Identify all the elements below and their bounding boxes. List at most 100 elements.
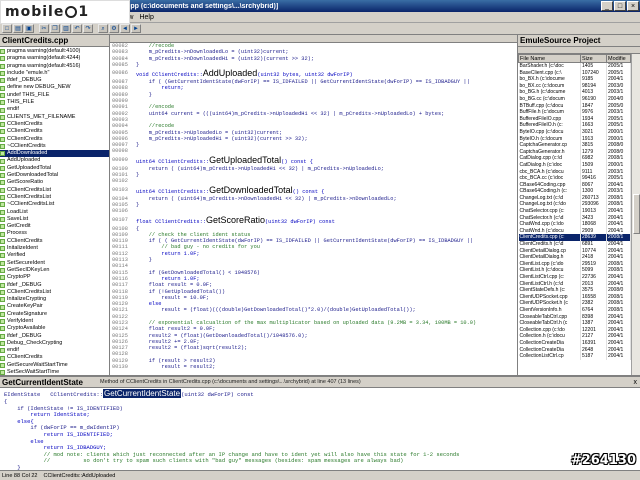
- build-icon[interactable]: ⚙: [109, 24, 119, 33]
- table-row[interactable]: CloseableTabCtrl.cpp 8398 2004/1: [518, 313, 631, 321]
- tree-item[interactable]: endif: [0, 106, 109, 113]
- tree-item[interactable]: GetSecureWaitStartTime: [0, 362, 109, 369]
- tree-item[interactable]: Verified: [0, 252, 109, 259]
- code-editor[interactable]: 00082 //recode 00083 m_pCredits->nDownloa…: [110, 35, 518, 375]
- table-row[interactable]: CBase64Coding.h (c: 1300 2003/1: [518, 188, 631, 195]
- table-row[interactable]: ClientUDPSocket.h (c 2382 2008/1: [518, 300, 631, 307]
- table-row[interactable]: BaseClient.cpp (c:\ 107240 2005/1: [518, 69, 631, 77]
- table-row[interactable]: ClientCredits.cpp (c: 28639 2008/1: [518, 234, 631, 242]
- tree-item[interactable]: CreateSignature: [0, 311, 109, 318]
- table-row[interactable]: ClientListCtrl.h (c:\d 2013 2004/1: [518, 280, 631, 288]
- table-row[interactable]: BufferedFileIO.h (c: 1663 2005/1: [518, 122, 631, 129]
- table-row[interactable]: Collection.h (c:\docu 2127 2004/1: [518, 333, 631, 340]
- table-row[interactable]: CollectionCreateDia 2648 2004/1: [518, 346, 631, 354]
- table-row[interactable]: ChangeLog.txt (c:\d 260713 2008/1: [518, 194, 631, 202]
- table-row[interactable]: ChatSelector.h (c:\d 3423 2004/1: [518, 214, 631, 222]
- tree-item[interactable]: InitalizeIdent: [0, 245, 109, 252]
- tree-item[interactable]: CClientCredits: [0, 354, 109, 361]
- tree-item[interactable]: undef THIS_FILE: [0, 92, 109, 99]
- tree-item[interactable]: CClientCreditsList: [0, 187, 109, 194]
- tree-item[interactable]: InitalizeCrypting: [0, 296, 109, 303]
- table-row[interactable]: Collection.cpp (c:\do 12201 2004/1: [518, 326, 631, 334]
- file-list-scrollbar[interactable]: [631, 54, 640, 375]
- column-header[interactable]: Size: [580, 54, 607, 63]
- scroll-thumb[interactable]: [633, 194, 640, 234]
- tree-item[interactable]: pragma warning(default:4100): [0, 48, 109, 55]
- tree-item[interactable]: GetScoreRatio: [0, 179, 109, 186]
- tree-item[interactable]: GetCredit: [0, 223, 109, 230]
- table-row[interactable]: ClientListCtrl.cpp (c: 22736 2004/1: [518, 274, 631, 281]
- table-row[interactable]: CatDialog.h (c:\doc 1509 2000/1: [518, 161, 631, 169]
- table-row[interactable]: ChangeLog.txt (c:\do 293096 2008/1: [518, 201, 631, 209]
- table-row[interactable]: ByteIO.h (c:\docum 1913 2000/1: [518, 135, 631, 143]
- tree-item[interactable]: ~CClientCreditsList: [0, 201, 109, 208]
- open-icon[interactable]: ▤: [13, 24, 23, 33]
- tree-item[interactable]: Process: [0, 230, 109, 237]
- table-row[interactable]: ByteIO.cpp (c:\docu 3021 2000/1: [518, 128, 631, 136]
- tree-item[interactable]: GetSecIDKeyLen: [0, 267, 109, 274]
- table-row[interactable]: BarShader.h (c:\doc 1405 2005/1: [518, 62, 631, 70]
- table-row[interactable]: CollectionListCtrl.cp 5187 2004/1: [518, 353, 631, 360]
- tree-item[interactable]: AddDownloaded: [0, 150, 109, 158]
- tree-item[interactable]: CClientCredits: [0, 128, 109, 135]
- minimize-button[interactable]: _: [601, 1, 613, 11]
- tree-item[interactable]: CClientCredits: [0, 121, 109, 128]
- table-row[interactable]: ChatSelector.cpp (c: 19013 2004/1: [518, 208, 631, 215]
- table-row[interactable]: ClientDetailDialog.h 2418 2004/1: [518, 254, 631, 261]
- table-row[interactable]: BuffFile.h (c:\docum 9976 2003/1: [518, 109, 631, 116]
- table-row[interactable]: CaptchaGenerator.cp 3815 2008/0: [518, 142, 631, 149]
- tree-item[interactable]: GetUploadedTotal: [0, 165, 109, 172]
- table-row[interactable]: ClientList.h (c:\docu 5099 2008/1: [518, 267, 631, 274]
- back-icon[interactable]: ◄: [120, 24, 130, 33]
- new-icon[interactable]: □: [2, 24, 12, 33]
- find-icon[interactable]: ⌕: [98, 24, 108, 33]
- table-row[interactable]: ClientVersionInfo.h 6764 2008/1: [518, 306, 631, 314]
- context-code[interactable]: EIdentState CClientCredits::GetCurrentId…: [0, 388, 640, 470]
- table-row[interactable]: bo_BG.h (c:\docume 4013 2003/1: [518, 89, 631, 96]
- tree-item[interactable]: VerifyIdent: [0, 318, 109, 325]
- table-row[interactable]: ChatWnd.h (c:\docu 2909 2004/1: [518, 227, 631, 235]
- undo-icon[interactable]: ↶: [72, 24, 82, 33]
- table-row[interactable]: cbc_BCA.cc (c:\doc 99416 2005/1: [518, 175, 631, 182]
- table-row[interactable]: ClientDetailDialog.cp 10774 2004/1: [518, 247, 631, 255]
- tree-item[interactable]: endif: [0, 347, 109, 354]
- tree-item[interactable]: ifdef _DEBUG: [0, 282, 109, 289]
- tree-item[interactable]: CClientCreditsList: [0, 194, 109, 201]
- table-row[interactable]: cbc_BCA.h (c:\docu 9111 2003/1: [518, 168, 631, 176]
- tree-item[interactable]: THIS_FILE: [0, 99, 109, 106]
- table-row[interactable]: ClientUDPSocket.cpp 16558 2008/1: [518, 293, 631, 301]
- forward-icon[interactable]: ►: [131, 24, 141, 33]
- table-row[interactable]: CBase64Coding.cpp 8067 2004/1: [518, 181, 631, 189]
- paste-icon[interactable]: ▥: [61, 24, 71, 33]
- table-row[interactable]: ClientList.cpp (c:\do 29519 2008/1: [518, 260, 631, 268]
- close-button[interactable]: ×: [627, 1, 639, 11]
- redo-icon[interactable]: ↷: [83, 24, 93, 33]
- tree-item[interactable]: CClientCredits: [0, 136, 109, 143]
- cut-icon[interactable]: ✂: [39, 24, 49, 33]
- tree-item[interactable]: CLIENTS_MET_FILENAME: [0, 114, 109, 121]
- table-row[interactable]: bo_BX.cc (c:\docum 98194 2003/0: [518, 82, 631, 90]
- copy-icon[interactable]: ❐: [50, 24, 60, 33]
- column-header[interactable]: File Name: [518, 54, 581, 63]
- table-row[interactable]: bo_BX.h (c:\docume 9185 2004/1: [518, 76, 631, 83]
- table-row[interactable]: ClientStateDefs.h (c: 3575 2008/0: [518, 287, 631, 294]
- tree-item[interactable]: pragma warning(default:4516): [0, 63, 109, 70]
- tree-item[interactable]: CryptoPP: [0, 274, 109, 281]
- tree-item[interactable]: CClientCredits: [0, 238, 109, 245]
- save-icon[interactable]: ▣: [24, 24, 34, 33]
- tree-item[interactable]: SaveList: [0, 216, 109, 223]
- table-row[interactable]: BufferedFileIO.cpp 1934 2005/1: [518, 115, 631, 123]
- tree-item[interactable]: include "emule.h": [0, 70, 109, 77]
- maximize-button[interactable]: □: [614, 1, 626, 11]
- tree-item[interactable]: pragma warning(default:4244): [0, 55, 109, 62]
- tree-item[interactable]: GetDownloadedTotal: [0, 172, 109, 179]
- tree-item[interactable]: AddUploaded: [0, 157, 109, 164]
- table-row[interactable]: CloseableTabCtrl.h (c 1387 2004/1: [518, 320, 631, 327]
- tree-item[interactable]: ifdef _DEBUG: [0, 77, 109, 84]
- tree-item[interactable]: CryptoAvailable: [0, 325, 109, 332]
- tree-item[interactable]: CClientCreditsList: [0, 289, 109, 296]
- tree-item[interactable]: SetSecureIdent: [0, 260, 109, 267]
- table-row[interactable]: CaptchaGenerator.h 1279 2008/0: [518, 148, 631, 156]
- tree-item[interactable]: define new DEBUG_NEW: [0, 84, 109, 91]
- table-row[interactable]: bo_BG.cc (c:\docum 96190 2004/0: [518, 95, 631, 103]
